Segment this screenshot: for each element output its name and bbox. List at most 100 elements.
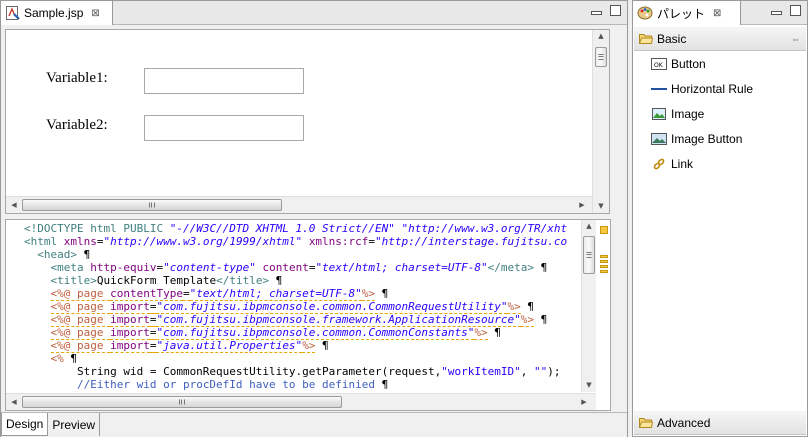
source-line[interactable]: //Either wid or procDefId have to be def… — [24, 378, 567, 391]
code-token: ¶ — [375, 287, 389, 300]
source-line[interactable]: <%@ page import="com.fujitsu.ibpmconsole… — [24, 313, 567, 327]
palette-item-image-button[interactable]: Image Button — [651, 128, 742, 150]
collapse-icon[interactable]: ⇔ — [791, 34, 800, 44]
warning-marker-icon[interactable] — [600, 226, 608, 234]
scroll-thumb-horizontal[interactable] — [22, 396, 342, 408]
code-token: %> — [474, 326, 488, 340]
code-token: <!DOCTYPE html PUBLIC — [24, 222, 170, 235]
palette-item-link[interactable]: Link — [651, 153, 693, 175]
warning-marker-icon[interactable] — [600, 260, 608, 263]
maximize-button[interactable] — [610, 5, 621, 16]
code-token: import — [110, 326, 150, 340]
scroll-left-icon[interactable]: ◀ — [10, 202, 18, 209]
code-token: = — [182, 287, 190, 301]
close-icon[interactable]: ⊠ — [713, 8, 721, 19]
minimize-button[interactable] — [771, 11, 782, 15]
source-line[interactable]: <%@ page import="java.util.Properties"%>… — [24, 339, 567, 353]
code-token: %> — [302, 339, 316, 353]
code-token: "http://www.w3.org/TR/xht — [401, 222, 568, 235]
source-horizontal-scrollbar[interactable]: ◀ ▶ — [6, 393, 596, 410]
drawer-advanced[interactable]: Advanced — [634, 411, 806, 435]
source-line[interactable]: <%@ page import="com.fujitsu.ibpmconsole… — [24, 300, 567, 314]
source-line[interactable]: <%@ page contentType="text/html; charset… — [24, 287, 567, 301]
source-line[interactable]: <title>QuickForm Template</title> ¶ — [24, 274, 567, 287]
palette-tab-title: パレット — [657, 6, 706, 21]
palette-item-button[interactable]: OK Button — [651, 53, 706, 75]
tab-title: Sample.jsp — [24, 6, 84, 20]
design-horizontal-scrollbar[interactable]: ◀ ▶ — [6, 196, 592, 213]
code-token: ¶ — [520, 300, 534, 313]
window-controls — [771, 5, 801, 16]
scroll-thumb-horizontal[interactable] — [22, 199, 282, 211]
design-vertical-scrollbar[interactable]: ▲ ▼ — [592, 30, 609, 213]
palette-item-label: Horizontal Rule — [671, 82, 754, 96]
warning-marker-icon[interactable] — [600, 265, 608, 268]
tab-palette[interactable]: パレット ⊠ — [633, 1, 741, 25]
minimize-button[interactable] — [591, 11, 602, 15]
source-vertical-scrollbar[interactable]: ▲ ▼ — [581, 220, 596, 392]
source-line[interactable]: <meta http-equiv="content-type" content=… — [24, 261, 567, 274]
warning-marker-icon[interactable] — [600, 270, 608, 273]
folder-open-icon — [639, 418, 653, 428]
editor-tab-bar: Sample.jsp ⊠ — [1, 1, 627, 25]
overview-ruler[interactable] — [596, 220, 610, 410]
tab-preview[interactable]: Preview — [48, 413, 101, 436]
code-token: ); — [547, 365, 561, 378]
source-line[interactable]: <head> ¶ — [24, 248, 567, 261]
palette-item-image[interactable]: Image — [651, 103, 704, 125]
drawer-basic[interactable]: Basic ⇔ — [634, 27, 806, 51]
code-token: QuickForm Template — [96, 274, 217, 287]
code-token: ¶ — [63, 352, 77, 365]
link-icon — [651, 156, 667, 172]
scroll-up-icon[interactable]: ▲ — [593, 33, 609, 40]
code-token: %> — [361, 287, 376, 301]
variable2-field[interactable] — [144, 115, 304, 141]
warning-marker-icon[interactable] — [600, 255, 608, 258]
code-token: <title> — [50, 274, 97, 287]
code-token: ¶ — [375, 378, 389, 391]
design-canvas[interactable]: Variable1: Variable2: ▲ ▼ ◀ ▶ — [5, 29, 610, 214]
scroll-down-icon[interactable]: ▼ — [582, 382, 596, 389]
variable1-label: Variable1: — [46, 70, 108, 86]
source-line[interactable]: <html xmlns="http://www.w3.org/1999/xhtm… — [24, 235, 567, 248]
scroll-right-icon[interactable]: ▶ — [578, 202, 586, 209]
scroll-thumb[interactable] — [595, 47, 607, 67]
maximize-button[interactable] — [790, 5, 801, 16]
tab-design[interactable]: Design — [1, 413, 49, 436]
code-token: import — [110, 339, 150, 353]
scroll-up-icon[interactable]: ▲ — [582, 223, 596, 230]
source-editor[interactable]: <!DOCTYPE html PUBLIC "-//W3C//DTD XHTML… — [5, 219, 611, 411]
scroll-down-icon[interactable]: ▼ — [593, 203, 609, 210]
code-token: "com.fujitsu.ibpmconsole.common.CommonRe… — [156, 300, 508, 314]
tab-sample-jsp[interactable]: Sample.jsp ⊠ — [1, 1, 113, 25]
palette-view: パレット ⊠ Basic ⇔ OK Button Horizontal Rule… — [632, 0, 808, 437]
code-token: import — [110, 313, 150, 327]
source-line[interactable]: <!DOCTYPE html PUBLIC "-//W3C//DTD XHTML… — [24, 222, 567, 235]
code-token: import — [110, 300, 150, 314]
source-line[interactable]: <%@ page import="com.fujitsu.ibpmconsole… — [24, 326, 567, 340]
scroll-right-icon[interactable]: ▶ — [580, 399, 588, 406]
code-token: ¶ — [77, 248, 91, 261]
scroll-left-icon[interactable]: ◀ — [10, 399, 18, 406]
scroll-thumb[interactable] — [583, 236, 595, 274]
source-line[interactable]: String wid = CommonRequestUtility.getPar… — [24, 365, 567, 378]
drawer-advanced-label: Advanced — [657, 415, 711, 430]
variable1-field[interactable] — [144, 68, 304, 94]
code-token: xmlns:rcf — [308, 235, 369, 248]
code-token: %> — [507, 300, 521, 314]
palette-item-label: Button — [671, 57, 706, 71]
palette-item-horizontal-rule[interactable]: Horizontal Rule — [651, 78, 753, 100]
code-token: <%@ page — [50, 326, 111, 340]
source-code[interactable]: <!DOCTYPE html PUBLIC "-//W3C//DTD XHTML… — [24, 222, 567, 404]
source-line[interactable]: <% ¶ — [24, 352, 567, 365]
svg-text:OK: OK — [654, 62, 664, 69]
palette-item-label: Image Button — [671, 132, 743, 146]
close-icon[interactable]: ⊠ — [91, 8, 99, 19]
